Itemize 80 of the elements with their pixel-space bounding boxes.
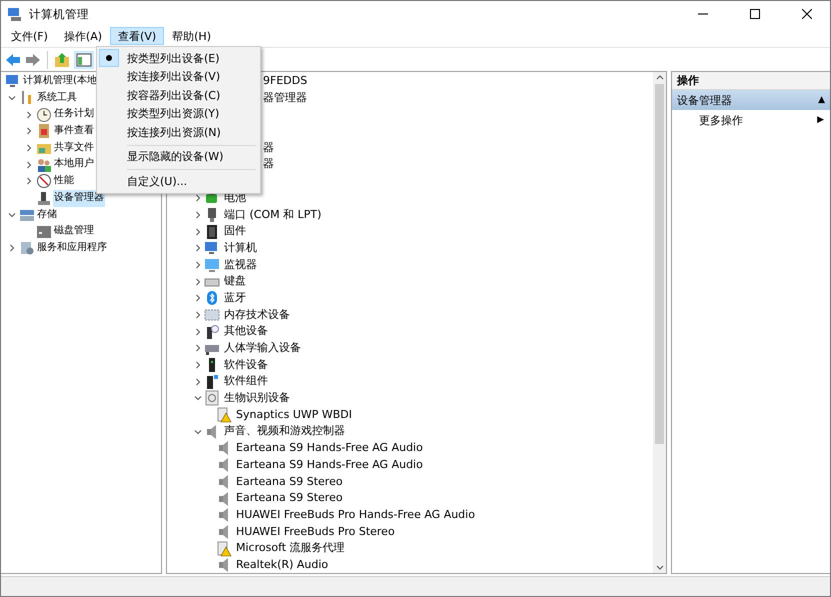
menu-option[interactable]: 自定义(U)... (99, 172, 258, 190)
gauge-icon (36, 173, 52, 190)
radio-dot-icon (106, 55, 112, 62)
actions-header: 操作 (672, 72, 830, 90)
tree-item[interactable]: 事件查看 (53, 123, 95, 140)
device-category[interactable]: 端口 (COM 和 LPT) (222, 206, 324, 224)
chevron-down-icon[interactable] (194, 394, 202, 402)
tree-item[interactable]: 服务和应用程序 (36, 240, 108, 257)
scroll-up-icon[interactable] (656, 75, 664, 80)
chevron-right-icon[interactable] (8, 244, 16, 252)
chip-icon (204, 224, 220, 240)
chevron-down-icon[interactable] (194, 428, 202, 436)
device-item[interactable]: Earteana S9 Stereo (234, 474, 345, 490)
device-item[interactable]: Earteana S9 Hands-Free AG Audio (234, 440, 425, 457)
back-icon[interactable] (5, 52, 21, 68)
menu-option[interactable]: 按容器列出设备(C) (99, 86, 258, 104)
device-category[interactable]: 软件设备 (222, 356, 270, 374)
tree-item[interactable]: 共享文件 (53, 140, 95, 156)
window-title: 计算机管理 (29, 6, 90, 22)
device-item[interactable]: Earteana S9 Stereo (234, 490, 345, 507)
tree-item[interactable]: 磁盘管理 (53, 223, 95, 240)
up-folder-icon[interactable] (54, 52, 70, 68)
action-item[interactable]: 更多操作 ▶ (672, 110, 830, 130)
users-icon (36, 156, 52, 173)
device-category[interactable]: 固件 (222, 223, 248, 240)
menu-option[interactable]: 按类型列出设备(E) (99, 49, 258, 68)
device-item[interactable]: HUAWEI FreeBuds Pro Hands-Free AG Audio (234, 506, 477, 524)
device-category[interactable]: 其他设备 (222, 323, 270, 340)
chevron-down-icon[interactable] (8, 210, 16, 219)
device-item[interactable]: Synaptics UWP WBDI (234, 406, 354, 424)
console-tree-icon[interactable] (74, 50, 94, 68)
chevron-down-icon[interactable] (8, 94, 16, 102)
computer-icon (204, 240, 220, 256)
device-category[interactable]: 蓝牙 (222, 290, 248, 307)
device-category[interactable]: 声音、视频和游戏控制器 (222, 423, 347, 440)
monitor-icon (204, 256, 220, 273)
app-icon (7, 6, 23, 22)
actions-section[interactable]: 设备管理器 ▲ (672, 90, 830, 110)
menu-option[interactable]: 按连接列出设备(V) (99, 68, 258, 86)
device-category[interactable]: 计算机 (222, 240, 259, 257)
tree-item[interactable]: 任务计划 (53, 106, 95, 124)
device-category[interactable]: 键盘 (222, 273, 248, 290)
tree-item[interactable]: 系统工具 (36, 90, 78, 106)
tree-item[interactable]: 本地用户 (53, 156, 95, 174)
device-category[interactable]: 生物识别设备 (222, 390, 292, 407)
device-category[interactable]: 内存技术设备 (222, 306, 292, 324)
minimize-icon (698, 13, 708, 15)
menu-item[interactable]: 查看(V) (110, 27, 164, 45)
scroll-down-icon[interactable] (656, 565, 664, 570)
menu-option[interactable]: 按连接列出资源(N) (99, 123, 258, 142)
scrollbar[interactable] (653, 72, 666, 573)
device-item[interactable]: Realtek(R) Audio (234, 556, 330, 573)
device-item[interactable]: Earteana S9 Hands-Free AG Audio (234, 456, 425, 474)
device-category[interactable]: 软件组件 (222, 373, 270, 390)
menu-item[interactable]: 文件(F) (3, 27, 56, 45)
warning-device-icon (216, 540, 232, 557)
bluetooth-icon (204, 290, 220, 306)
tree-item[interactable]: 存储 (36, 206, 58, 224)
menu-item[interactable]: 帮助(H) (164, 27, 219, 45)
maximize-icon (750, 9, 760, 19)
unknown-device-icon (204, 324, 220, 340)
device-item[interactable]: HUAWEI FreeBuds Pro Stereo (234, 524, 397, 540)
menu-item[interactable]: 操作(A) (56, 27, 110, 45)
forward-icon[interactable] (25, 52, 41, 68)
software-component-icon (204, 374, 220, 390)
close-icon (802, 9, 812, 19)
device-category[interactable]: 人体学输入设备 (222, 340, 303, 357)
menu-option[interactable]: 按类型列出资源(Y) (99, 104, 258, 123)
tree-item[interactable]: 性能 (53, 173, 75, 190)
clock-icon (36, 106, 52, 123)
log-icon (36, 123, 52, 140)
warning-device-icon (216, 407, 232, 424)
menu-option[interactable]: 显示隐藏的设备(W) (99, 148, 258, 166)
computer-icon (5, 73, 21, 90)
device-manager-icon (36, 190, 52, 206)
device-category[interactable]: 监视器 (222, 256, 259, 274)
fingerprint-icon (204, 390, 220, 406)
device-item[interactable]: Microsoft 流服务代理 (234, 540, 347, 557)
memory-card-icon (204, 306, 220, 323)
services-icon (19, 240, 35, 256)
